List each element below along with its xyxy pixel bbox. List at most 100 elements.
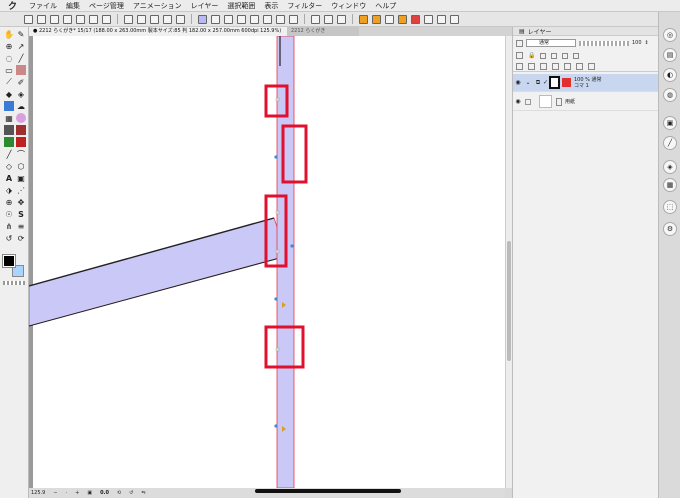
save-icon[interactable] (50, 14, 59, 24)
menu-help[interactable]: ヘルプ (375, 1, 396, 11)
main-color-swatch[interactable] (2, 254, 16, 268)
transform-icon[interactable] (124, 14, 133, 24)
delete-layer-icon[interactable] (588, 62, 595, 70)
zoom-in-icon[interactable]: + (75, 490, 79, 496)
opacity-slider[interactable] (579, 40, 629, 46)
rotate-icon[interactable]: ↺ (4, 233, 14, 243)
angle-value[interactable]: 0.0 (100, 490, 109, 496)
reference-layer-icon[interactable] (540, 52, 547, 59)
selection-icon[interactable] (198, 14, 207, 24)
vertical-scrollbar[interactable] (505, 36, 512, 488)
ruler-layer-icon[interactable] (573, 52, 580, 59)
zoom-slider-icon[interactable]: · (66, 490, 68, 496)
clip-icon[interactable] (516, 52, 523, 59)
fill-icon[interactable]: ◆ (4, 89, 14, 99)
frame-icon[interactable]: ⬡ (16, 161, 26, 171)
opacity-stepper-icon[interactable]: ⇕ (645, 40, 649, 46)
menu-edit[interactable]: 編集 (66, 1, 80, 11)
paint-icon[interactable] (263, 14, 272, 24)
fit-icon[interactable]: ▣ (87, 490, 92, 496)
correct-line-icon[interactable]: ⋰ (16, 185, 26, 195)
scale-icon[interactable] (137, 14, 146, 24)
transfer-down-icon[interactable] (552, 62, 559, 70)
lasso-icon[interactable]: ◌ (4, 53, 14, 63)
decoration-icon[interactable] (16, 113, 26, 123)
layer-property-panel-icon[interactable]: ▣ (663, 116, 677, 130)
pencil-icon[interactable]: ✐ (16, 77, 26, 87)
new-file-icon[interactable] (24, 14, 33, 24)
subview-icon[interactable]: ▤ (663, 48, 677, 62)
figure-icon[interactable]: ◇ (4, 161, 14, 171)
rotate-icon[interactable]: ⟲ (117, 490, 121, 496)
new-raster-layer-icon[interactable] (516, 62, 523, 70)
line-icon[interactable] (437, 14, 446, 24)
mask-add-icon[interactable] (576, 62, 583, 70)
flip-icon[interactable] (337, 14, 346, 24)
red-fill-icon[interactable] (16, 137, 26, 147)
flip-icon[interactable]: ⇋ (141, 490, 145, 496)
grass-icon[interactable]: ⋔ (4, 221, 14, 231)
color-wheel-icon[interactable]: ◐ (663, 68, 677, 82)
object-icon[interactable]: ⊕ (4, 197, 14, 207)
selection-icon[interactable]: ▭ (4, 65, 14, 75)
menu-file[interactable]: ファイル (29, 1, 57, 11)
ruler-icon[interactable] (276, 14, 285, 24)
menu-animation[interactable]: アニメーション (133, 1, 182, 11)
undo-icon[interactable] (89, 14, 98, 24)
paste-icon[interactable] (76, 14, 85, 24)
tone-icon[interactable] (4, 125, 14, 135)
mirror-icon[interactable] (450, 14, 459, 24)
layer-orange-2-icon[interactable] (372, 14, 381, 24)
blend-icon[interactable] (4, 101, 14, 111)
lock-transparent-icon[interactable] (551, 52, 558, 59)
fill-icon[interactable] (163, 14, 172, 24)
clear-icon[interactable] (150, 14, 159, 24)
hatching-icon[interactable]: ≡ (16, 221, 26, 231)
lock-icon[interactable]: 🔒 (528, 52, 535, 59)
blend-mode-select[interactable]: 通常 (526, 39, 576, 47)
crop-icon[interactable] (237, 14, 246, 24)
control-point[interactable] (274, 424, 278, 428)
reference-icon[interactable] (385, 14, 394, 24)
expand-chevron-icon[interactable]: ⌄ (523, 79, 533, 86)
control-point[interactable] (274, 155, 278, 159)
pen-tool-icon[interactable]: ✎ (16, 29, 26, 39)
eraser-icon[interactable] (16, 65, 26, 75)
magic-wand-icon[interactable] (250, 14, 259, 24)
airbrush-icon[interactable]: ☁ (16, 101, 26, 111)
merge-icon[interactable] (564, 62, 571, 70)
sync-icon[interactable]: ⟳ (16, 233, 26, 243)
line-tool-icon[interactable]: ╱ (4, 149, 14, 159)
scrollbar-thumb[interactable] (507, 241, 511, 361)
move-layer-icon[interactable]: ✥ (16, 197, 26, 207)
menu-layer[interactable]: レイヤー (191, 1, 219, 11)
invert-icon[interactable] (176, 14, 185, 24)
text-icon[interactable]: A (4, 173, 14, 183)
liquify-icon[interactable]: ☉ (4, 209, 14, 219)
balloon-icon[interactable]: ▣ (16, 173, 26, 183)
anchor-marker[interactable] (275, 249, 280, 254)
control-point[interactable] (290, 244, 294, 248)
opacity-value[interactable]: 100 (632, 40, 642, 46)
zoom-value[interactable]: 125.9 (31, 490, 45, 496)
navigator-icon[interactable]: ◎ (663, 28, 677, 42)
eyedropper-icon[interactable]: ⟋ (4, 77, 14, 87)
visibility-eye-icon[interactable]: ◉ (513, 79, 523, 86)
new-vector-layer-icon[interactable] (528, 62, 535, 70)
reset-icon[interactable]: ↺ (129, 490, 133, 496)
tab-active-document[interactable]: ● 2212 らくがき* 15/17 (188.00 x 263.00mm 製本… (29, 27, 287, 36)
rotate-right-icon[interactable] (324, 14, 333, 24)
hand-tool-icon[interactable]: ✋ (4, 29, 14, 39)
layer-row-paper[interactable]: ◉ 用紙 (513, 93, 659, 111)
tab-other-document[interactable]: 2212 らくがき (287, 27, 359, 36)
copy-icon[interactable] (63, 14, 72, 24)
canvas[interactable] (29, 36, 505, 488)
mask-icon[interactable] (562, 52, 569, 59)
menu-window[interactable]: ウィンドウ (331, 1, 366, 11)
settings-icon[interactable]: ⚙ (663, 222, 677, 236)
history-icon[interactable]: ▦ (663, 178, 677, 192)
menu-page[interactable]: ページ管理 (89, 1, 124, 11)
pen-icon[interactable] (424, 14, 433, 24)
shade-icon[interactable] (16, 125, 26, 135)
operation-icon[interactable]: ⬗ (4, 185, 14, 195)
